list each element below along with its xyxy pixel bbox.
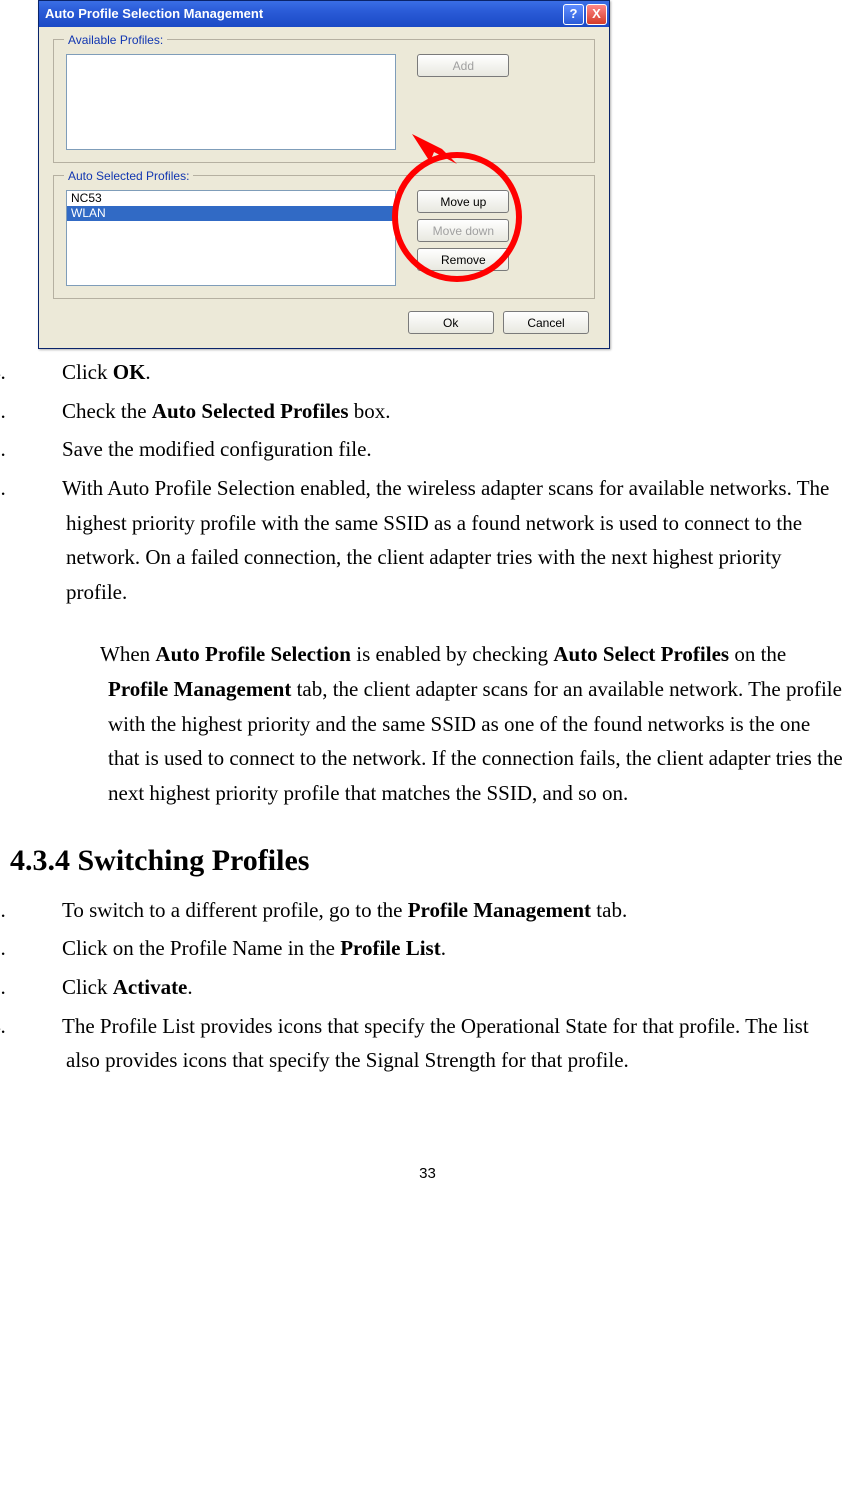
step-bold: OK: [113, 360, 146, 384]
step-bold: Activate: [113, 975, 188, 999]
step-number: 2.: [28, 931, 62, 966]
step-number: 5.: [28, 394, 62, 429]
list-item: 6.Save the modified configuration file.: [10, 432, 845, 471]
help-button[interactable]: ?: [563, 4, 584, 25]
dialog-auto-profile: Auto Profile Selection Management ? X Av…: [38, 0, 610, 349]
list-item: 3.Click Activate.: [10, 970, 845, 1009]
close-button[interactable]: X: [586, 4, 607, 25]
dialog-titlebar[interactable]: Auto Profile Selection Management ? X: [39, 1, 609, 27]
list-item: 2.Click on the Profile Name in the Profi…: [10, 931, 845, 970]
step-number: 4.: [28, 1009, 62, 1044]
note-label: NOTE!: [10, 637, 100, 672]
list-item[interactable]: WLAN: [67, 206, 395, 221]
auto-selected-profiles-listbox[interactable]: NC53WLAN: [66, 190, 396, 286]
list-item: 1.To switch to a different profile, go t…: [10, 893, 845, 932]
step-bold: Profile List: [340, 936, 441, 960]
note-text-3: on the: [729, 642, 786, 666]
note-text-2: is enabled by checking: [351, 642, 553, 666]
step-number: 6.: [28, 432, 62, 467]
move-up-button[interactable]: Move up: [417, 190, 509, 213]
note-bold-1: Auto Profile Selection: [155, 642, 351, 666]
step-number: 7.: [28, 471, 62, 506]
note-bold-2: Auto Select Profiles: [553, 642, 729, 666]
note-bold-3: Profile Management: [108, 677, 291, 701]
note-text-1: When: [100, 642, 155, 666]
cancel-button[interactable]: Cancel: [503, 311, 589, 334]
step-number: 4.: [28, 355, 62, 390]
step-bold: Auto Selected Profiles: [152, 399, 349, 423]
move-down-button[interactable]: Move down: [417, 219, 509, 242]
page-number: 33: [10, 1162, 845, 1186]
group-available-profiles: Available Profiles: Add: [53, 39, 595, 163]
list-item: 5.Check the Auto Selected Profiles box.: [10, 394, 845, 433]
add-button[interactable]: Add: [417, 54, 509, 77]
step-bold: Profile Management: [408, 898, 591, 922]
available-profiles-label: Available Profiles:: [64, 31, 167, 50]
note-block: NOTE!When Auto Profile Selection is enab…: [10, 637, 845, 810]
ok-button[interactable]: Ok: [408, 311, 494, 334]
steps-list-b: 1.To switch to a different profile, go t…: [10, 893, 845, 1082]
section-heading: 4.3.4 Switching Profiles: [10, 837, 845, 885]
steps-list-a: 4.Click OK.5.Check the Auto Selected Pro…: [10, 355, 845, 613]
list-item: 4.The Profile List provides icons that s…: [10, 1009, 845, 1082]
group-auto-selected-profiles: Auto Selected Profiles: NC53WLAN Move up…: [53, 175, 595, 299]
available-profiles-listbox[interactable]: [66, 54, 396, 150]
list-item[interactable]: NC53: [67, 191, 395, 206]
list-item: 4.Click OK.: [10, 355, 845, 394]
step-number: 1.: [28, 893, 62, 928]
step-number: 3.: [28, 970, 62, 1005]
dialog-title: Auto Profile Selection Management: [45, 4, 263, 25]
remove-button[interactable]: Remove: [417, 248, 509, 271]
auto-selected-profiles-label: Auto Selected Profiles:: [64, 167, 193, 186]
list-item: 7.With Auto Profile Selection enabled, t…: [10, 471, 845, 614]
